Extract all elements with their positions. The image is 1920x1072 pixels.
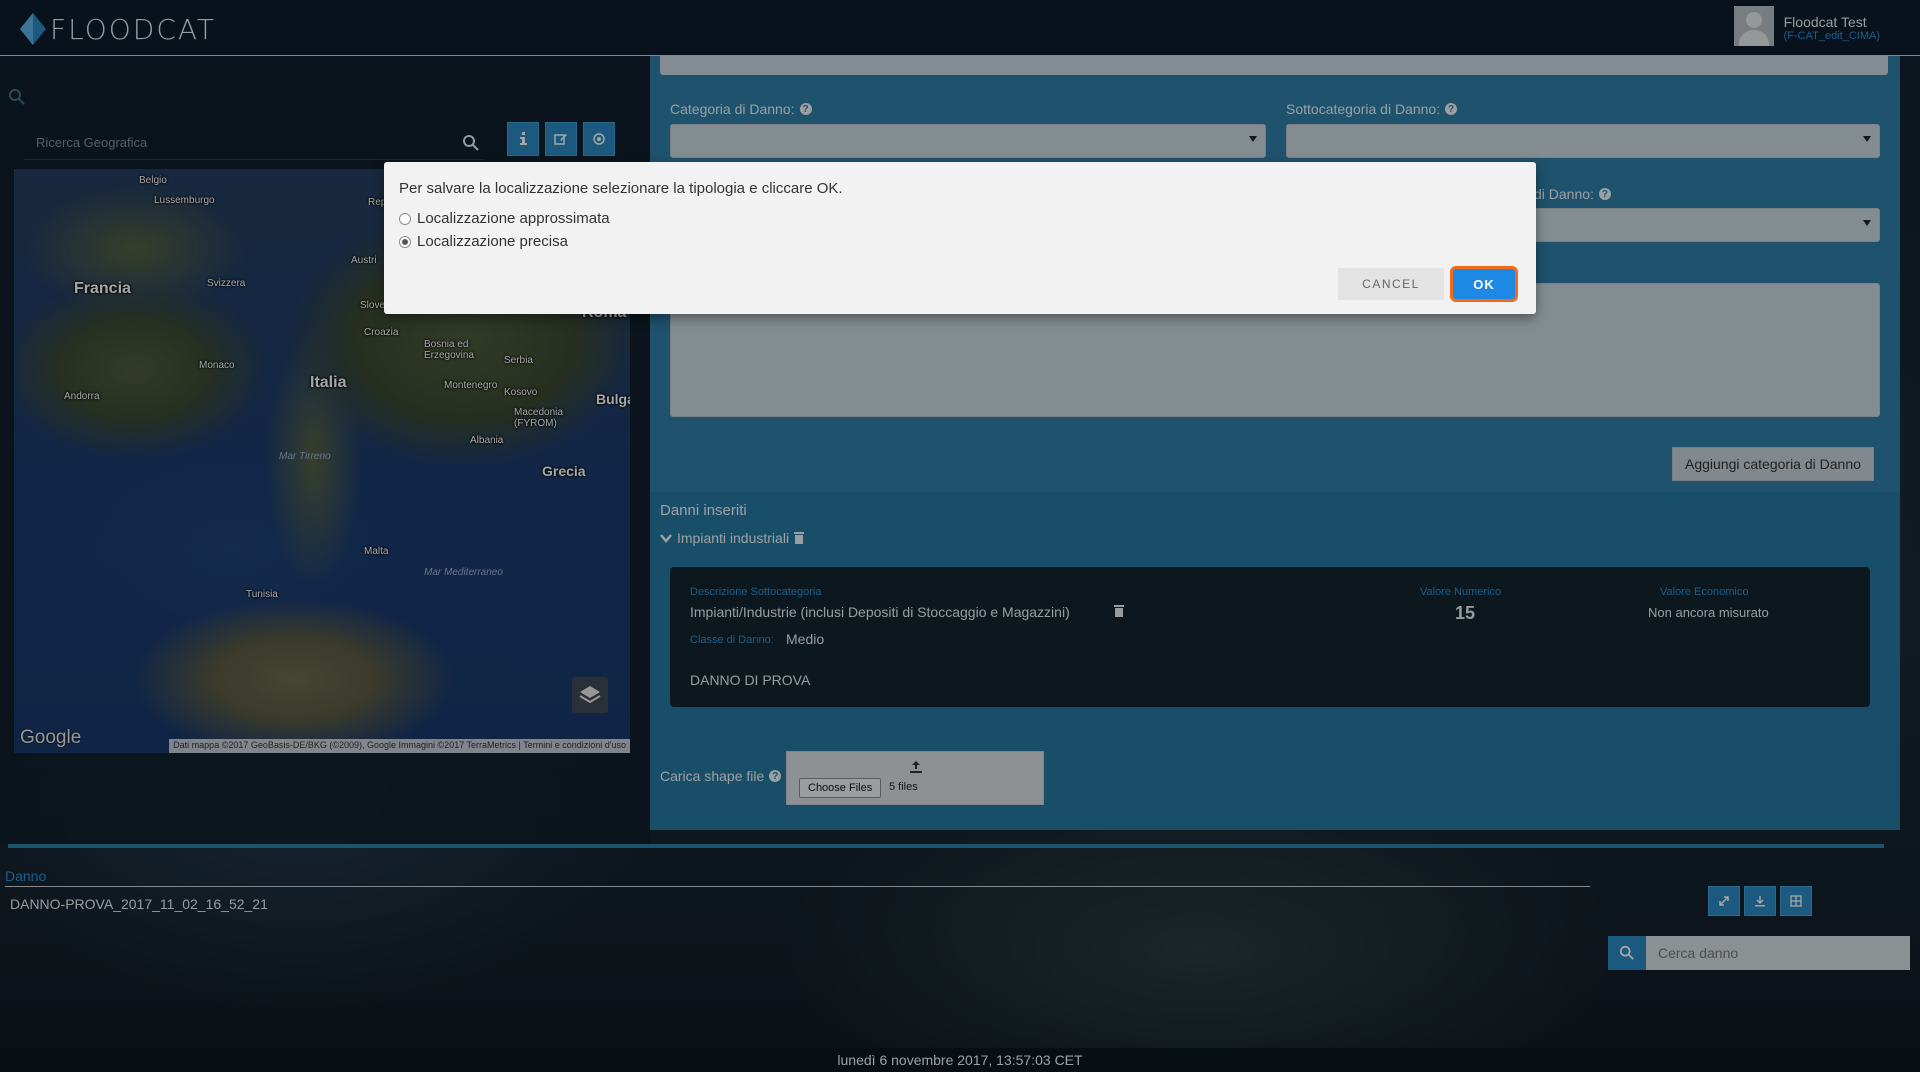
option-approximate[interactable]: Localizzazione approssimata [399,210,610,227]
option-precise-label: Localizzazione precisa [417,233,568,250]
option-precise[interactable]: Localizzazione precisa [399,233,568,250]
option-approximate-label: Localizzazione approssimata [417,210,610,227]
ok-button[interactable]: OK [1450,266,1518,302]
modal-overlay [0,0,1920,1072]
radio-precise[interactable] [399,235,411,248]
localization-dialog: Per salvare la localizzazione selezionar… [384,162,1536,314]
cancel-button[interactable]: CANCEL [1338,268,1444,300]
dialog-message: Per salvare la localizzazione selezionar… [399,180,843,197]
radio-approximate[interactable] [399,212,411,225]
